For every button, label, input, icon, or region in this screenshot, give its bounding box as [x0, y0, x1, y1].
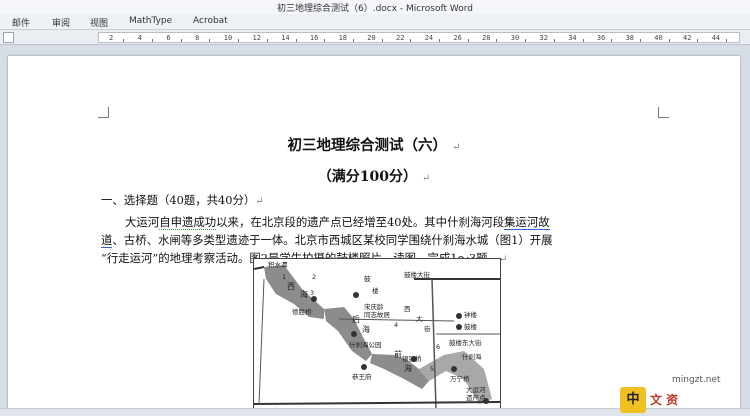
ruler-tick [582, 39, 584, 42]
ruler-number: 12 [252, 34, 261, 42]
ruler-tick [381, 39, 383, 42]
ruler-tick [352, 39, 354, 42]
menu-bar: 邮件 审阅 视图 MathType Acrobat [0, 14, 750, 30]
watermark-logo-icon: 中 [620, 387, 646, 413]
ruler-tick [295, 39, 297, 42]
map-label: 同志故居 [364, 311, 390, 319]
ruler-tick [324, 39, 326, 42]
map-label: 海 [362, 325, 370, 334]
map-label: 前 [394, 350, 402, 359]
map-label: 遗产点 [466, 394, 486, 402]
ruler-strip: 2 4 6 8 10 12 14 16 18 20 22 24 26 28 30 32 34 36 38 40 42 44 [98, 32, 740, 43]
margin-corner-mark [658, 107, 669, 118]
map-label: 恭王府 [352, 373, 372, 381]
map-label: 钟楼 [464, 311, 477, 319]
ruler-tick [525, 39, 527, 42]
ruler-number: 24 [424, 34, 434, 42]
ruler-tick [668, 39, 670, 42]
map-label: 海 [300, 290, 308, 299]
ruler-tick [467, 39, 469, 42]
ruler-number: 6 [166, 34, 171, 42]
window-title: 初三地理综合测试（6）.docx - Microsoft Word [276, 4, 473, 14]
map-label: 西 [287, 282, 295, 291]
ruler-tick [238, 39, 240, 42]
ruler-number: 40 [654, 34, 663, 42]
map-marker: 1 [282, 273, 287, 281]
ruler-number: 16 [309, 34, 319, 42]
map-label: 万宁桥 [450, 375, 470, 383]
ruler-number: 4 [137, 34, 142, 42]
ruler-tick [123, 39, 125, 42]
map-label: 街 [424, 325, 431, 333]
map-label: 积水潭 [268, 261, 288, 269]
ruler-number: 36 [596, 34, 606, 42]
map-label: 海 [404, 364, 412, 373]
map-marker: 6 [436, 343, 441, 351]
map-marker: 3 [310, 289, 315, 297]
map-label: 鼓楼大街 [404, 271, 430, 279]
ruler-number: 32 [539, 34, 548, 42]
watermark-text: 文 资 [650, 393, 679, 407]
ruler-tick [639, 39, 641, 42]
ruler-tick [726, 39, 728, 42]
document-page[interactable]: 初三地理综合测试（六） ↵ （满分100分） ↵ 一、选择题（40题，共40分）… [8, 56, 740, 415]
menu-mailings[interactable]: 邮件 [12, 16, 30, 29]
map-label: 西 [404, 305, 411, 313]
ruler-tick [209, 39, 211, 42]
menu-mathtype[interactable]: MathType [129, 16, 172, 26]
ruler-number: 28 [482, 34, 491, 42]
ruler-tick [611, 39, 613, 42]
map-label: 什刹海公园 [349, 341, 382, 349]
map-label: 鼓 [364, 275, 371, 283]
ruler-number: 14 [281, 34, 290, 42]
ruler-number: 10 [223, 34, 233, 42]
map-marker: 5 [430, 365, 435, 373]
title-bar: 初三地理综合测试（6）.docx - Microsoft Word [0, 0, 750, 15]
ruler-tick [697, 39, 699, 42]
document-title: 初三地理综合测试（六） ↵ [287, 137, 461, 154]
ruler-tick [180, 39, 182, 42]
question-paragraph-line-1: 大运河自申遗成功以来，在北京段的遗产点已经增至40处。其中什刹海河段集运河故 [125, 215, 550, 230]
ruler-number: 8 [195, 34, 200, 42]
margin-corner-mark [98, 107, 109, 118]
question-paragraph-line-2: 道、古桥、水闸等多类型遗迹于一体。北京市西城区某校同学围绕什刹海水城（图1）开展 [101, 233, 553, 248]
ruler-number: 34 [568, 34, 577, 42]
shichahai-map-figure: 积水潭 西 海 德胜桥 鼓楼大街 鼓 楼 西 大 街 后 海 宋庆龄 同志故居 … [253, 258, 501, 415]
menu-review[interactable]: 审阅 [52, 16, 70, 29]
ruler-tick [496, 39, 498, 42]
ruler-number: 44 [711, 34, 721, 42]
ruler-tick [266, 39, 268, 42]
ruler-tick [553, 39, 555, 42]
tab-selector-icon[interactable] [3, 32, 14, 43]
ruler-number: 18 [338, 34, 348, 42]
map-label: 鼓楼东大街 [449, 339, 482, 347]
ruler-tick [152, 39, 154, 42]
horizontal-ruler[interactable]: 2 4 6 8 10 12 14 16 18 20 22 24 26 28 30 32 34 36 38 40 42 44 [0, 30, 750, 45]
ruler-number: 42 [682, 34, 692, 42]
map-label: 银锭桥 [402, 355, 422, 363]
site-watermark: 中 文 资 mingzt.net [620, 375, 748, 413]
map-label: 后 [352, 315, 360, 324]
ruler-tick [410, 39, 412, 42]
map-label: 鼓楼 [464, 323, 477, 331]
ruler-number: 26 [453, 34, 462, 42]
map-label: 什刹海 [462, 353, 482, 361]
menu-view[interactable]: 视图 [90, 16, 108, 29]
ruler-number: 2 [109, 34, 114, 42]
map-label: 大 [416, 315, 423, 323]
map-label: 楼 [372, 287, 379, 295]
map-marker: 2 [312, 273, 317, 281]
document-subtitle: （满分100分） ↵ [317, 169, 431, 185]
map-label: 德胜桥 [292, 308, 312, 316]
section-heading: 一、选择题（40题，共40分）↵ [101, 193, 264, 207]
menu-acrobat[interactable]: Acrobat [193, 16, 228, 26]
ruler-number: 38 [625, 34, 635, 42]
ruler-number: 20 [367, 34, 376, 42]
ruler-tick [439, 39, 441, 42]
ruler-number: 30 [510, 34, 520, 42]
watermark-site: mingzt.net [672, 375, 721, 385]
ruler-number: 22 [395, 34, 405, 42]
map-marker: 4 [394, 321, 399, 329]
